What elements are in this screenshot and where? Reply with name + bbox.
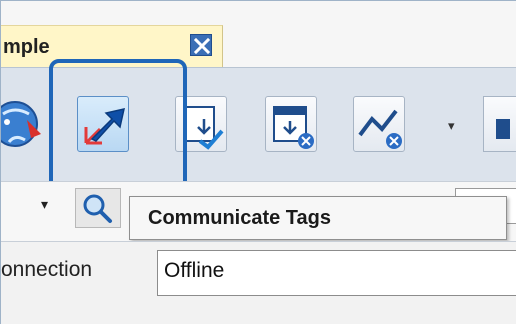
window-download-icon bbox=[273, 106, 314, 149]
window-download-button[interactable] bbox=[265, 96, 317, 152]
close-tab-button[interactable] bbox=[190, 34, 212, 56]
connection-status-field[interactable]: Offline bbox=[157, 250, 516, 296]
toolbar-partial-button[interactable] bbox=[483, 96, 516, 152]
combo-dropdown-arrow[interactable]: ▾ bbox=[41, 196, 48, 213]
connection-label: onnection bbox=[1, 258, 93, 281]
app-window: mple ▾ ▾ Communicate Tags onnection Offl… bbox=[0, 0, 516, 324]
connection-row: onnection Offline bbox=[1, 241, 516, 324]
tooltip: Communicate Tags bbox=[129, 196, 507, 240]
network-globe-icon bbox=[0, 101, 41, 147]
network-button[interactable] bbox=[0, 94, 45, 154]
tab-label: mple bbox=[3, 36, 50, 58]
trend-dropdown-arrow[interactable]: ▾ bbox=[448, 118, 455, 134]
toolbar-partial-icon bbox=[496, 119, 510, 139]
close-icon bbox=[193, 37, 211, 55]
search-icon bbox=[83, 194, 112, 223]
search-button[interactable] bbox=[75, 188, 121, 228]
tab-strip: mple bbox=[1, 1, 516, 67]
trend-icon bbox=[358, 109, 402, 149]
trend-button[interactable] bbox=[353, 96, 405, 152]
